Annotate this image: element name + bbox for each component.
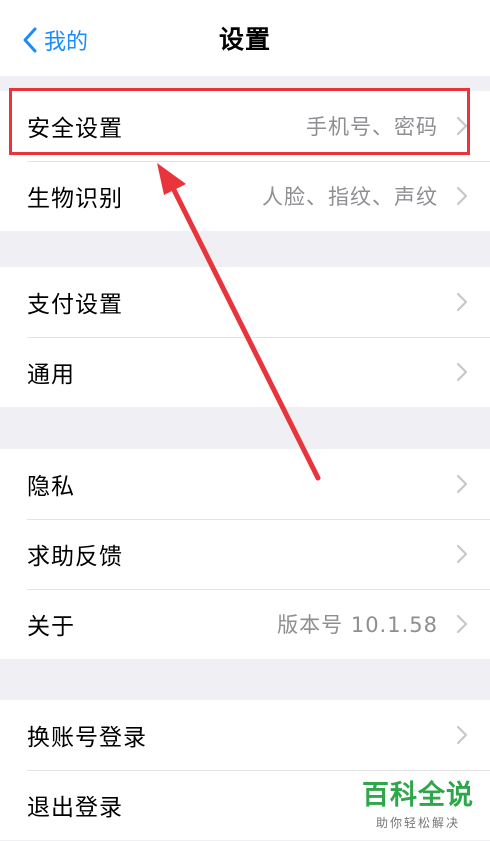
row-label: 求助反馈 <box>27 544 123 570</box>
row-privacy[interactable]: 隐私 <box>0 449 490 519</box>
row-label: 通用 <box>27 362 75 388</box>
watermark-title: 百科全说 <box>362 780 474 811</box>
row-general[interactable]: 通用 <box>0 337 490 407</box>
row-label: 隐私 <box>27 474 75 500</box>
row-switch-account[interactable]: 换账号登录 <box>0 700 490 770</box>
chevron-right-icon <box>456 544 468 564</box>
nav-bar: 我的 设置 <box>0 0 490 76</box>
row-label: 支付设置 <box>27 292 123 318</box>
page-title: 设置 <box>218 25 271 54</box>
version-value: 版本号 10.1.58 <box>277 613 438 637</box>
chevron-right-icon <box>456 186 468 206</box>
row-label: 关于 <box>27 614 75 640</box>
row-label: 生物识别 <box>27 186 123 212</box>
row-about[interactable]: 关于 版本号 10.1.58 <box>0 589 490 659</box>
chevron-right-icon <box>456 362 468 382</box>
row-biometrics[interactable]: 生物识别 人脸、指纹、声纹 <box>0 161 490 231</box>
row-payment-settings[interactable]: 支付设置 <box>0 267 490 337</box>
row-value: 人脸、指纹、声纹 <box>262 185 438 209</box>
row-label: 退出登录 <box>27 795 123 821</box>
row-label: 安全设置 <box>27 116 123 142</box>
settings-group-payment: 支付设置 通用 <box>0 267 490 407</box>
chevron-right-icon <box>456 116 468 136</box>
chevron-right-icon <box>456 725 468 745</box>
watermark-subtitle: 助你轻松解决 <box>375 816 460 830</box>
settings-group-account: 安全设置 手机号、密码 生物识别 人脸、指纹、声纹 <box>0 91 490 231</box>
row-value: 手机号、密码 <box>306 115 438 139</box>
chevron-right-icon <box>456 292 468 312</box>
chevron-right-icon <box>456 474 468 494</box>
row-help-feedback[interactable]: 求助反馈 <box>0 519 490 589</box>
row-security-settings[interactable]: 安全设置 手机号、密码 <box>0 91 490 161</box>
chevron-right-icon <box>456 614 468 634</box>
watermark-logo: 百科全说 助你轻松解决 <box>362 780 474 831</box>
row-label: 换账号登录 <box>27 725 147 751</box>
settings-group-info: 隐私 求助反馈 关于 版本号 10.1.58 <box>0 449 490 659</box>
